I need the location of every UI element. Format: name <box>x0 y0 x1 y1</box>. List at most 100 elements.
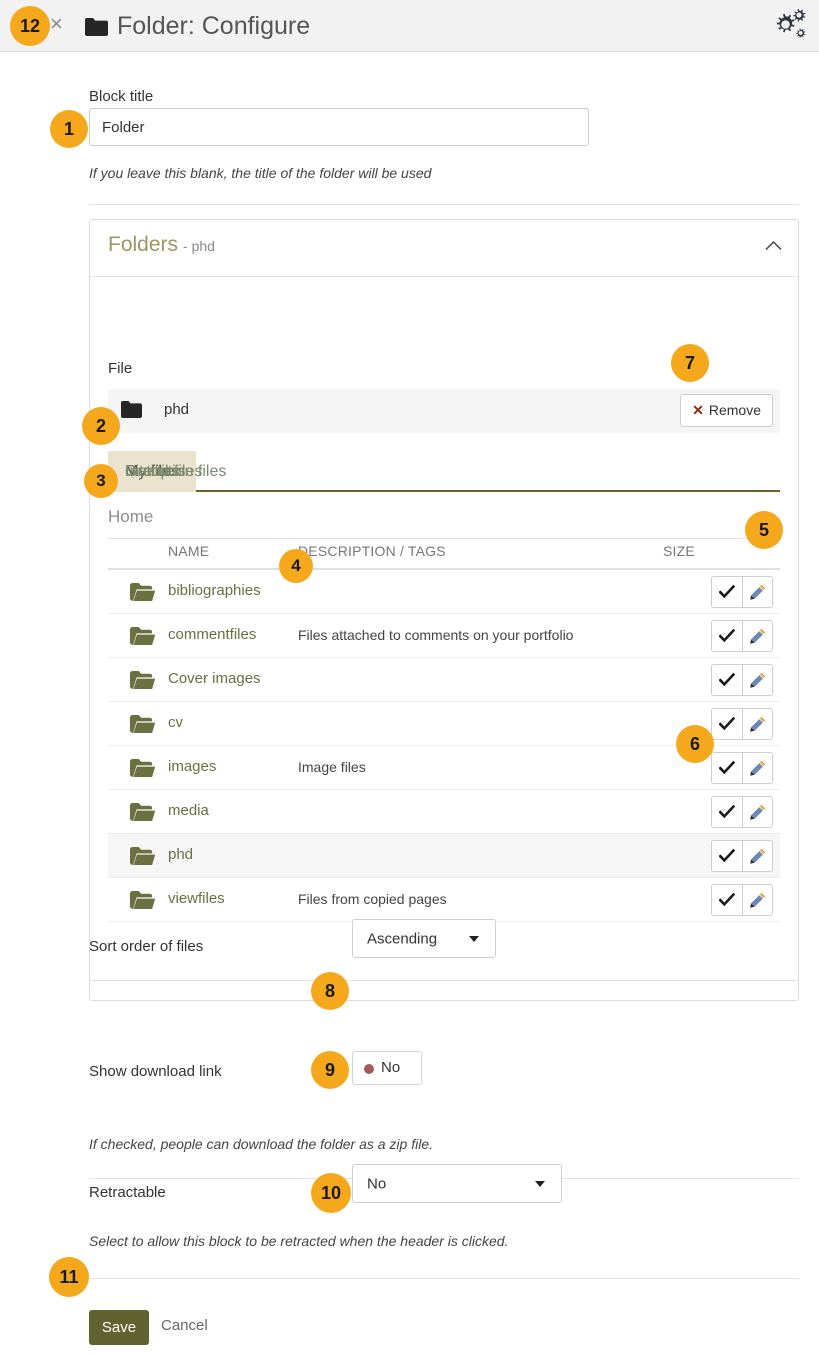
callout-badge-5: 5 <box>745 511 783 549</box>
retractable-value: No <box>367 1175 386 1192</box>
chevron-down-icon <box>469 936 479 942</box>
column-header-name: NAME <box>168 543 209 559</box>
file-name-link[interactable]: bibliographies <box>168 582 261 599</box>
breadcrumb[interactable]: Home <box>108 507 153 527</box>
save-button[interactable]: Save <box>89 1310 149 1345</box>
folder-icon <box>130 759 156 783</box>
edit-file-button[interactable] <box>742 840 773 872</box>
selected-file-row: phd ✕ Remove <box>108 389 780 433</box>
callout-badge-12: 12 <box>10 6 50 46</box>
sort-order-label: Sort order of files <box>89 938 203 955</box>
divider <box>89 1278 799 1279</box>
folders-panel-header[interactable]: Folders - phd <box>90 220 798 277</box>
close-button[interactable]: × <box>50 13 63 35</box>
selected-file-name: phd <box>164 401 189 418</box>
page-title-text: Folder: Configure <box>117 12 310 40</box>
block-title-label: Block title <box>89 88 153 105</box>
row-actions <box>711 840 773 872</box>
table-row[interactable]: bibliographies <box>108 570 780 614</box>
select-file-button[interactable] <box>711 796 742 828</box>
file-name-link[interactable]: cv <box>168 714 183 731</box>
block-title-help: If you leave this blank, the title of th… <box>89 165 431 181</box>
folder-icon <box>130 583 156 607</box>
folders-panel: Folders - phd File phd ✕ Remove My files G… <box>89 219 799 1001</box>
remove-button[interactable]: ✕ Remove <box>680 394 773 427</box>
table-row[interactable]: media <box>108 790 780 834</box>
edit-file-button[interactable] <box>742 796 773 828</box>
row-actions <box>711 620 773 652</box>
table-row[interactable]: phd <box>108 834 780 878</box>
select-file-button[interactable] <box>711 664 742 696</box>
folders-panel-title-text: Folders <box>108 233 178 256</box>
file-name-link[interactable]: Cover images <box>168 670 261 687</box>
retractable-help: Select to allow this block to be retract… <box>89 1233 508 1249</box>
file-description: Files attached to comments on your portf… <box>298 627 573 643</box>
row-actions <box>711 576 773 608</box>
download-link-help: If checked, people can download the fold… <box>89 1136 433 1152</box>
file-name-link[interactable]: images <box>168 758 216 775</box>
divider <box>89 204 799 205</box>
edit-file-button[interactable] <box>742 620 773 652</box>
file-description: Image files <box>298 759 366 775</box>
block-title-input[interactable] <box>89 108 589 146</box>
folders-panel-title: Folders - phd <box>108 233 215 257</box>
table-row[interactable]: Cover images <box>108 658 780 702</box>
column-header-description: DESCRIPTION / TAGS <box>298 543 446 559</box>
file-source-tabs: My files Group files Institution files S… <box>108 451 780 492</box>
cancel-button[interactable]: Cancel <box>161 1317 208 1334</box>
file-name-link[interactable]: media <box>168 802 209 819</box>
sort-order-select[interactable]: Ascending <box>352 919 496 958</box>
edit-file-button[interactable] <box>742 752 773 784</box>
cogs-icon[interactable] <box>766 7 806 50</box>
file-name-link[interactable]: commentfiles <box>168 626 256 643</box>
select-file-button[interactable] <box>711 576 742 608</box>
callout-badge-10: 10 <box>311 1173 351 1213</box>
edit-file-button[interactable] <box>742 708 773 740</box>
page-title: Folder: Configure <box>85 9 310 45</box>
file-name-link[interactable]: viewfiles <box>168 890 225 907</box>
divider <box>89 980 799 981</box>
edit-file-button[interactable] <box>742 664 773 696</box>
file-field-label: File <box>108 360 132 377</box>
download-link-toggle[interactable]: No <box>352 1051 422 1085</box>
select-file-button[interactable] <box>711 708 742 740</box>
select-file-button[interactable] <box>711 840 742 872</box>
download-link-label: Show download link <box>89 1063 222 1080</box>
row-actions <box>711 752 773 784</box>
edit-file-button[interactable] <box>742 576 773 608</box>
folder-icon <box>130 671 156 695</box>
close-icon: ✕ <box>692 402 704 418</box>
edit-file-button[interactable] <box>742 884 773 916</box>
callout-badge-1: 1 <box>50 110 88 148</box>
status-dot-icon <box>364 1064 374 1074</box>
table-row[interactable]: viewfilesFiles from copied pages <box>108 878 780 922</box>
row-actions <box>711 796 773 828</box>
folder-icon <box>130 891 156 915</box>
chevron-up-icon[interactable] <box>765 238 782 256</box>
remove-button-label: Remove <box>709 402 761 418</box>
retractable-label: Retractable <box>89 1184 166 1201</box>
callout-badge-7: 7 <box>671 344 709 382</box>
callout-badge-4: 4 <box>279 549 313 583</box>
folder-icon <box>130 847 156 871</box>
folders-panel-subtitle: - phd <box>183 238 215 254</box>
select-file-button[interactable] <box>711 752 742 784</box>
callout-badge-8: 8 <box>311 972 349 1010</box>
folder-icon <box>85 11 108 45</box>
folder-icon <box>130 803 156 827</box>
row-actions <box>711 664 773 696</box>
callout-badge-2: 2 <box>82 407 120 445</box>
file-table-header: NAME DESCRIPTION / TAGS SIZE <box>108 539 780 570</box>
callout-badge-6: 6 <box>676 725 714 763</box>
callout-badge-11: 11 <box>49 1257 89 1297</box>
column-header-size: SIZE <box>663 543 695 559</box>
table-row[interactable]: commentfiles Files attached to comments o… <box>108 614 780 658</box>
retractable-select[interactable]: No <box>352 1164 562 1203</box>
select-file-button[interactable] <box>711 884 742 916</box>
chevron-down-icon <box>535 1181 545 1187</box>
callout-badge-9: 9 <box>311 1051 349 1089</box>
folder-icon <box>130 715 156 739</box>
select-file-button[interactable] <box>711 620 742 652</box>
tab-site-files[interactable]: Site files <box>108 451 202 492</box>
file-name-link[interactable]: phd <box>168 846 193 863</box>
